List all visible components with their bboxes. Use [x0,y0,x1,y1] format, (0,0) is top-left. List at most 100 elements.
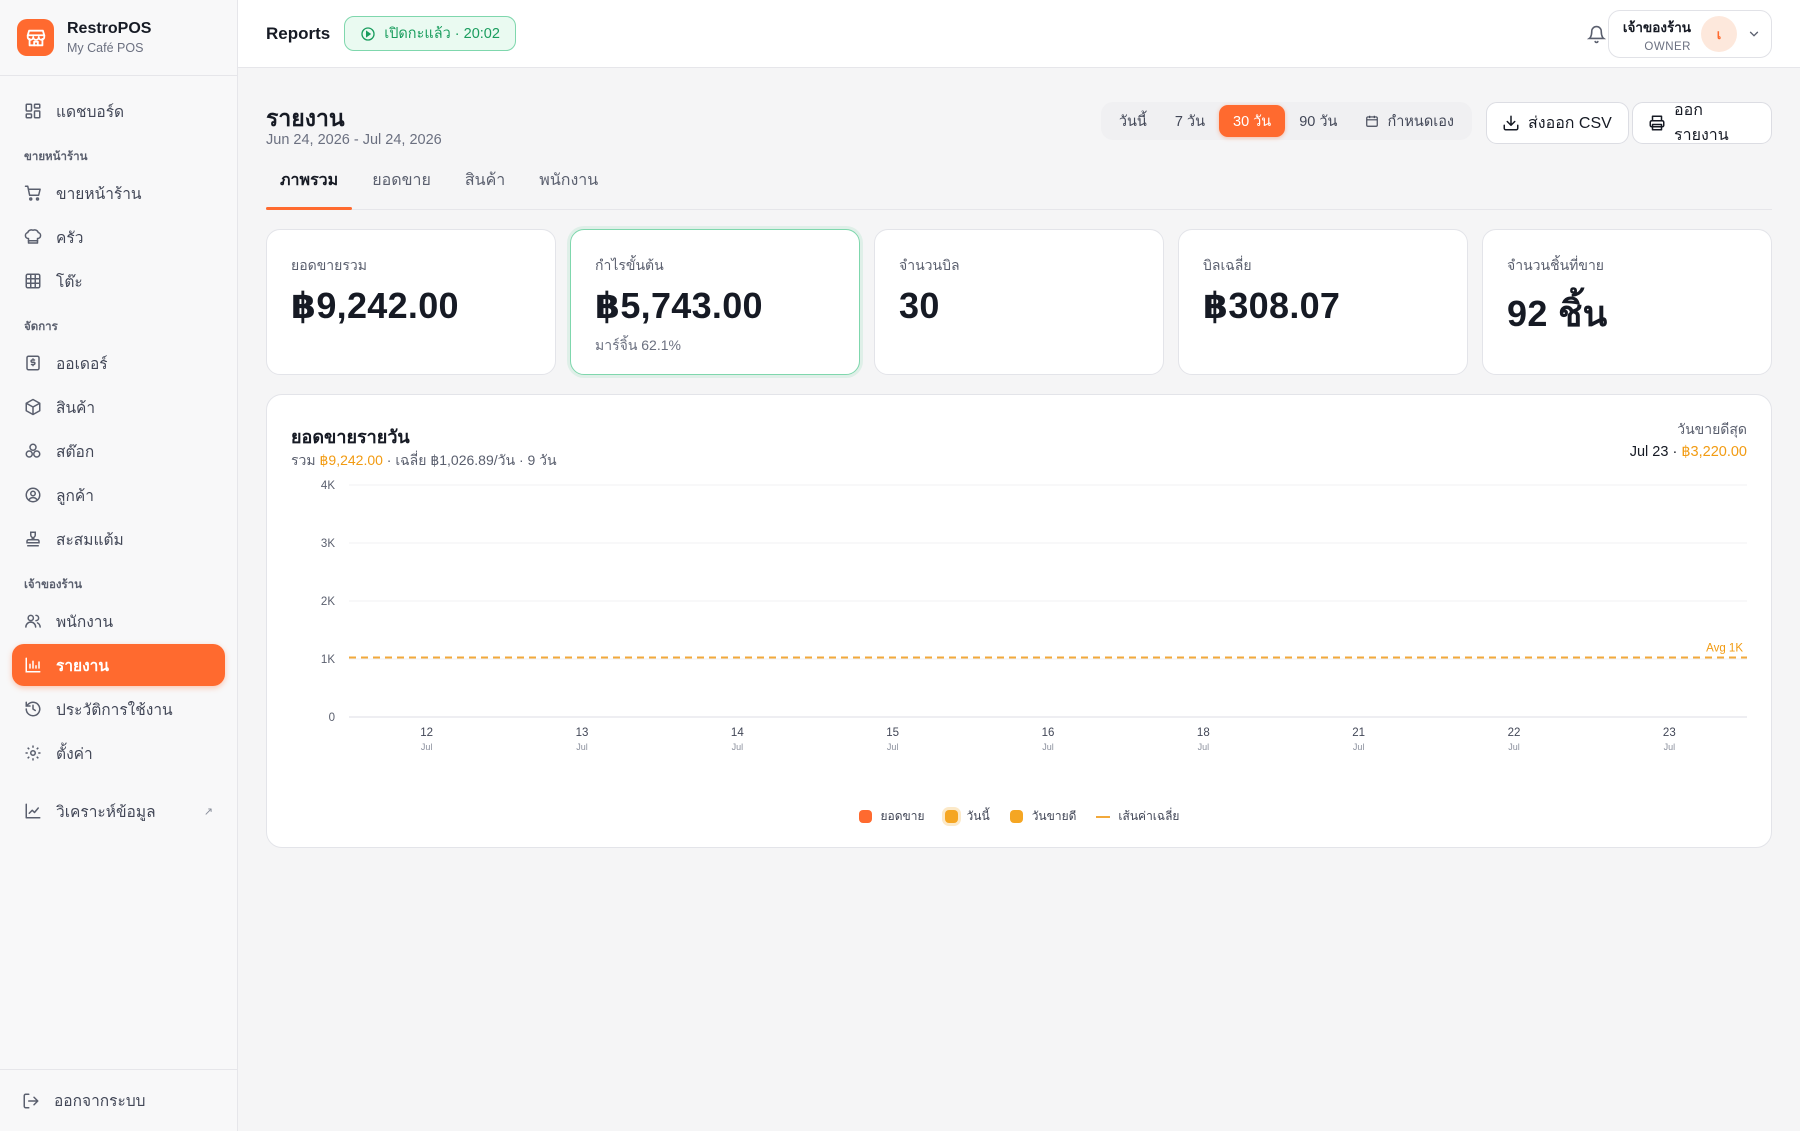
sidebar-item-history[interactable]: ประวัติการใช้งาน [12,688,225,730]
kpi-value: ฿5,743.00 [595,285,763,326]
chart-summary: รวม ฿9,242.00 · เฉลี่ย ฿1,026.89/วัน · 9… [291,450,557,472]
kpi-margin: มาร์จิ้น 62.1% [595,337,681,353]
user-menu[interactable]: เจ้าของร้าน OWNER เ [1608,10,1772,58]
best-day-date: Jul 23 · [1629,444,1682,460]
sidebar-item-products[interactable]: สินค้า [12,386,225,428]
x-tick-sublabel: Jul [1664,742,1676,752]
x-tick-sublabel: Jul [576,742,588,752]
tab-sales[interactable]: ยอดขาย [358,168,445,209]
brand: RestroPOS My Café POS [0,0,237,76]
sidebar-item-label: ลูกค้า [56,487,94,505]
legend-today: วันนี้ [944,807,990,826]
notification-bell-icon[interactable] [1584,22,1608,46]
tab-overview[interactable]: ภาพรวม [266,168,353,210]
legend-sales: ยอดขาย [858,807,925,826]
kpi-label: ยอดขายรวม [291,257,367,273]
best-day-summary: วันขายดีสุด Jul 23 · ฿3,220.00 [1630,419,1747,460]
logout-button[interactable]: ออกจากระบบ [0,1069,237,1131]
kpi-total-sales: ยอดขายรวม ฿9,242.00 [266,229,556,375]
logout-icon [22,1092,40,1110]
export-csv-button[interactable]: ส่งออก CSV [1486,102,1629,144]
range-30d-button[interactable]: 30 วัน [1219,105,1286,137]
shift-status-badge[interactable]: เปิดกะแล้ว · 20:02 [344,16,516,51]
kpi-value: 30 [899,285,940,326]
sidebar-item-label: สะสมแต้ม [56,531,124,549]
x-tick-label: 13 [576,727,589,739]
sidebar-item-label: รายงาน [56,657,109,675]
nav-section-sales: ขายหน้าร้าน [24,151,88,163]
kpi-value: ฿9,242.00 [291,285,459,326]
x-tick-label: 14 [731,727,744,739]
chart-summary-rest: · เฉลี่ย ฿1,026.89/วัน · 9 วัน [382,452,557,468]
legend-label: ยอดขาย [880,809,925,823]
nav-section-owner: เจ้าของร้าน [24,579,83,591]
print-report-button[interactable]: ออกรายงาน [1632,102,1772,144]
sidebar-item-label: โต๊ะ [56,273,83,291]
x-tick-label: 12 [420,727,433,739]
user-role: OWNER [1644,40,1691,53]
tab-staff[interactable]: พนักงาน [525,168,612,209]
user-circle-icon [24,486,42,504]
export-csv-label: ส่งออก CSV [1528,114,1612,132]
print-report-label: ออกรายงาน [1674,102,1729,144]
stamp-icon [24,530,42,548]
kpi-value: 92 ชิ้น [1507,293,1608,334]
best-day-label: วันขายดีสุด [1677,421,1747,437]
sidebar-item-kitchen[interactable]: ครัว [12,216,225,258]
daily-sales-chart: 0 1K 2K 3K 4K 12 Jul 13 Jul 14 Jul 15 Jul 16 Jul 18 Jul 2… [321,480,1747,752]
user-name: เจ้าของร้าน [1622,19,1691,35]
sidebar-item-analytics[interactable]: วิเคราะห์ข้อมูล ↗ [12,790,225,832]
sidebar-item-reports[interactable]: รายงาน [12,644,225,686]
sidebar-item-label: ประวัติการใช้งาน [56,701,173,719]
range-custom-label: กำหนดเอง [1387,113,1454,130]
range-7d-button[interactable]: 7 วัน [1161,105,1219,137]
sidebar-item-label: พนักงาน [56,613,114,631]
sidebar-item-pos[interactable]: ขายหน้าร้าน [12,172,225,214]
x-tick-label: 15 [886,727,899,739]
page-date-range: Jun 24, 2026 - Jul 24, 2026 [266,132,442,148]
sidebar-item-customers[interactable]: ลูกค้า [12,474,225,516]
chart-summary-prefix: รวม [291,452,320,468]
kpi-gross-profit: กำไรขั้นต้น ฿5,743.00 มาร์จิ้น 62.1% [570,229,860,375]
range-custom-button[interactable]: กำหนดเอง [1351,105,1468,137]
sidebar-item-loyalty[interactable]: สะสมแต้ม [12,518,225,560]
brand-name: RestroPOS [67,20,152,37]
legend-swatch-today [944,810,958,823]
bar-chart-icon [24,656,42,674]
legend-swatch-sales [858,810,872,823]
nav-section-manage: จัดการ [24,321,58,333]
daily-sales-card: ยอดขายรายวัน รวม ฿9,242.00 · เฉลี่ย ฿1,0… [266,394,1772,848]
legend-swatch-best [1009,810,1023,823]
boxes-icon [24,442,42,460]
kpi-bill-count: จำนวนบิล 30 [874,229,1164,375]
date-range-selector: วันนี้ 7 วัน 30 วัน 90 วัน กำหนดเอง [1100,102,1472,140]
x-tick-sublabel: Jul [1353,742,1365,752]
logout-label: ออกจากระบบ [54,1093,146,1110]
avatar: เ [1701,16,1737,52]
sidebar-item-dashboard[interactable]: แดชบอร์ด [12,90,225,132]
sidebar-item-label: วิเคราะห์ข้อมูล [56,803,156,821]
sidebar-nav: แดชบอร์ด ขายหน้าร้าน ขายหน้าร้าน ครัว โต… [0,76,237,832]
average-label: Avg 1K [1706,642,1743,654]
kpi-row: ยอดขายรวม ฿9,242.00 กำไรขั้นต้น ฿5,743.0… [266,229,1772,375]
cart-icon [24,184,42,202]
legend-line-average [1096,815,1111,818]
sidebar-item-orders[interactable]: ออเดอร์ [12,342,225,384]
sidebar: RestroPOS My Café POS แดชบอร์ด ขายหน้าร้… [0,0,238,1131]
kpi-label: บิลเฉลี่ย [1203,257,1252,273]
range-90d-button[interactable]: 90 วัน [1285,105,1351,137]
sidebar-item-staff[interactable]: พนักงาน [12,600,225,642]
history-icon [24,700,42,718]
sidebar-item-label: ขายหน้าร้าน [56,185,142,203]
legend-average: เส้นค่าเฉลี่ย [1096,807,1179,826]
sidebar-item-settings[interactable]: ตั้งค่า [12,732,225,774]
y-tick-label: 2K [321,596,335,608]
sidebar-item-tables[interactable]: โต๊ะ [12,260,225,302]
range-today-button[interactable]: วันนี้ [1105,105,1161,137]
x-tick-label: 21 [1352,727,1365,739]
x-tick-sublabel: Jul [421,742,433,752]
tab-products[interactable]: สินค้า [451,168,519,209]
sidebar-item-stock[interactable]: สต๊อก [12,430,225,472]
topbar: Reports เปิดกะแล้ว · 20:02 เจ้าของร้าน O… [238,0,1800,68]
x-tick-label: 18 [1197,727,1210,739]
